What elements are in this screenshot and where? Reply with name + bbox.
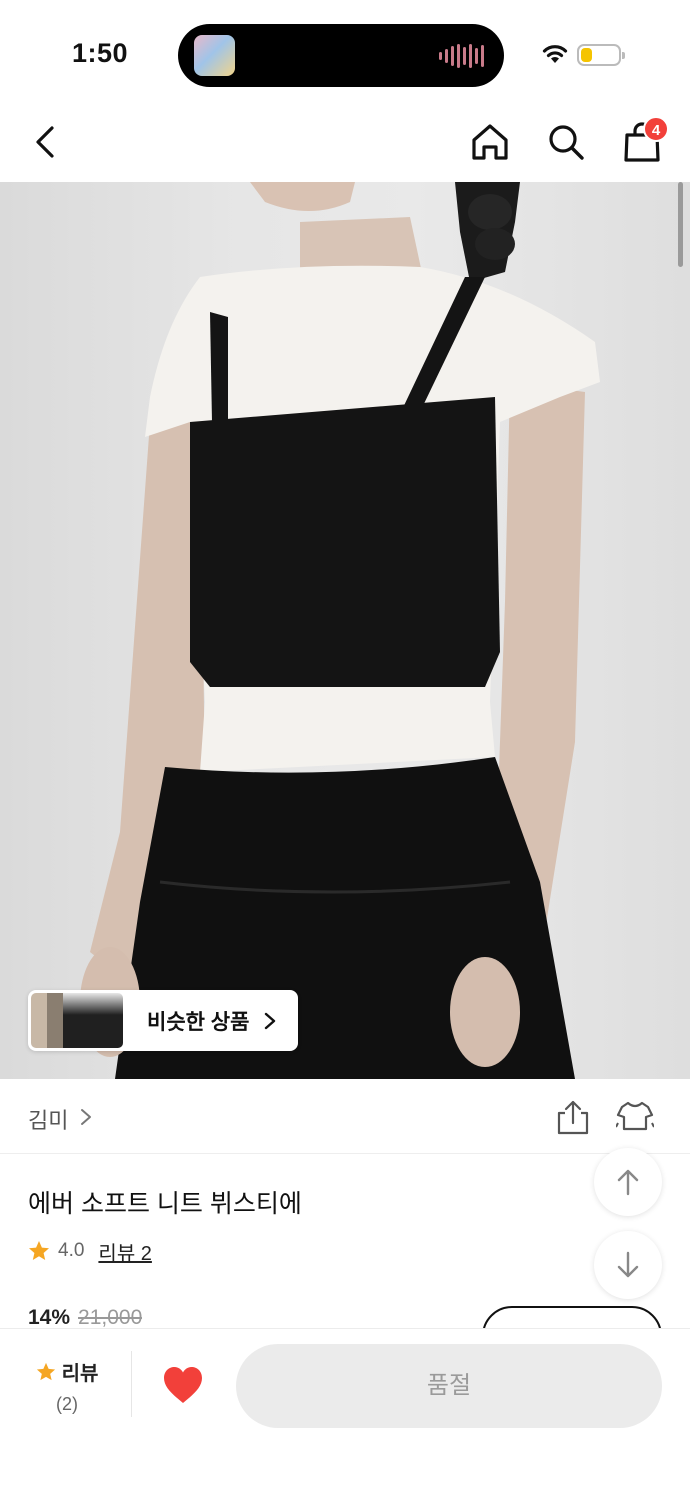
chevron-right-icon xyxy=(265,1012,276,1029)
original-price: 21,000 xyxy=(78,1306,143,1329)
scroll-top-button[interactable] xyxy=(594,1148,662,1216)
status-bar: 1:50 xyxy=(0,0,690,100)
bottom-action-bar: 리뷰 (2) 품절 xyxy=(0,1328,690,1500)
audio-waveform-icon xyxy=(439,44,484,68)
image-scroll-indicator[interactable] xyxy=(678,182,683,267)
product-title: 에버 소프트 니트 뷔스티에 xyxy=(28,1190,302,1218)
star-icon xyxy=(36,1362,55,1380)
price-row: 14% 21,000 xyxy=(28,1306,142,1330)
review-summary-button[interactable]: 리뷰 (2) xyxy=(28,1357,106,1415)
clothing-icon[interactable] xyxy=(616,1099,654,1135)
divider xyxy=(131,1351,132,1417)
status-time: 1:50 xyxy=(72,38,129,68)
star-icon xyxy=(29,1241,49,1260)
chevron-left-icon[interactable] xyxy=(24,120,68,164)
brand-link[interactable]: 김미 xyxy=(28,1103,68,1135)
scroll-bottom-button[interactable] xyxy=(594,1231,662,1299)
search-icon[interactable] xyxy=(544,120,588,164)
sold-out-button[interactable]: 품절 xyxy=(236,1344,662,1428)
chevron-right-icon xyxy=(81,1109,91,1125)
cart-count-badge: 4 xyxy=(643,116,669,142)
similar-products-label: 비슷한 상품 xyxy=(147,1010,250,1034)
arrow-down-icon xyxy=(617,1251,639,1278)
share-icon[interactable] xyxy=(556,1099,590,1135)
top-navigation xyxy=(0,100,690,182)
discount-rate: 14% xyxy=(28,1306,71,1329)
dynamic-island[interactable] xyxy=(178,24,504,87)
home-icon[interactable] xyxy=(468,120,512,164)
review-label: 리뷰 xyxy=(61,1363,99,1385)
now-playing-artwork xyxy=(194,35,235,76)
arrow-up-icon xyxy=(617,1169,639,1196)
product-photo-illustration xyxy=(80,182,600,1079)
battery-level xyxy=(581,48,592,62)
battery-icon xyxy=(577,44,625,66)
rating-value: 4.0 xyxy=(58,1240,85,1261)
review-count: (2) xyxy=(56,1394,78,1414)
similar-products-button[interactable]: 비슷한 상품 xyxy=(28,990,298,1051)
rating-row: 4.0 리뷰 2 xyxy=(28,1236,152,1266)
product-image[interactable] xyxy=(0,182,690,1079)
brand-row: 김미 xyxy=(0,1079,690,1154)
heart-icon[interactable] xyxy=(162,1365,204,1405)
wifi-icon xyxy=(542,45,568,63)
review-link[interactable]: 리뷰 2 xyxy=(98,1237,151,1266)
similar-products-thumbnail xyxy=(31,993,123,1048)
